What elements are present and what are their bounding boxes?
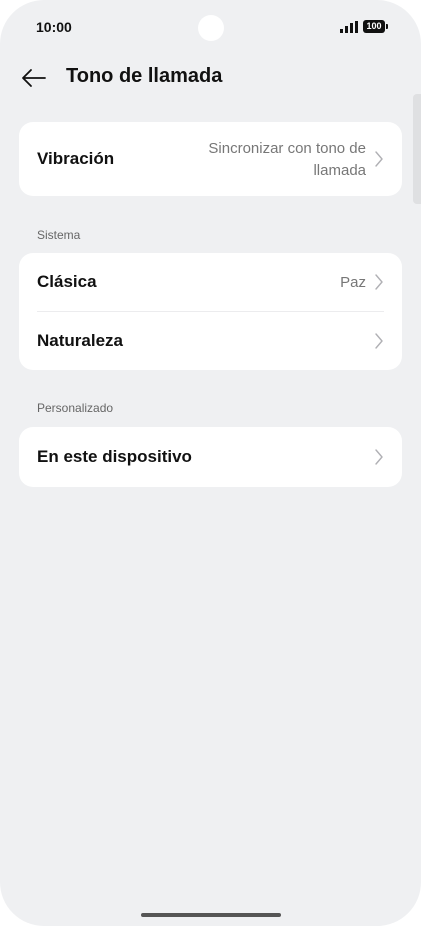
chevron-right-icon — [375, 151, 383, 167]
vibration-card: Vibración Sincronizar con tono de llamad… — [19, 122, 402, 196]
vibration-value-line1: Sincronizar con tono de — [208, 140, 366, 157]
vibration-value-line2: llamada — [313, 162, 366, 179]
list-item-naturaleza[interactable]: Naturaleza — [19, 312, 402, 370]
home-indicator[interactable] — [141, 913, 281, 917]
item-label: En este dispositivo — [37, 447, 192, 466]
page-title: Tono de llamada — [66, 65, 223, 87]
phone-screen: 10:00 100 Tono de llamada Vibración Sinc… — [0, 0, 421, 926]
scrollbar[interactable] — [413, 94, 421, 204]
battery-level: 100 — [366, 21, 382, 31]
vibration-label: Vibración — [37, 149, 115, 168]
chevron-right-icon — [375, 333, 383, 349]
arrow-left-icon — [22, 69, 46, 87]
item-value: Paz — [340, 273, 366, 291]
chevron-right-icon — [375, 449, 383, 465]
camera-cutout — [198, 15, 224, 41]
section-label-sistema: Sistema — [37, 228, 81, 242]
status-bar: 10:00 100 — [0, 0, 421, 56]
status-time: 10:00 — [36, 19, 72, 35]
custom-card: En este dispositivo — [19, 427, 402, 487]
chevron-right-icon — [375, 274, 383, 290]
header: Tono de llamada — [0, 56, 421, 100]
item-label: Clásica — [37, 272, 97, 291]
list-item-en-este-dispositivo[interactable]: En este dispositivo — [19, 427, 402, 487]
section-label-personalizado: Personalizado — [37, 401, 114, 415]
signal-icon — [340, 21, 358, 33]
back-button[interactable] — [18, 64, 48, 92]
system-card: Clásica Paz Naturaleza — [19, 253, 402, 370]
list-item-clasica[interactable]: Clásica Paz — [19, 253, 402, 311]
vibration-value: Sincronizar con tono de llamada — [208, 138, 366, 182]
battery-icon: 100 — [363, 20, 388, 33]
item-label: Naturaleza — [37, 331, 123, 350]
vibration-row[interactable]: Vibración Sincronizar con tono de llamad… — [19, 122, 402, 196]
